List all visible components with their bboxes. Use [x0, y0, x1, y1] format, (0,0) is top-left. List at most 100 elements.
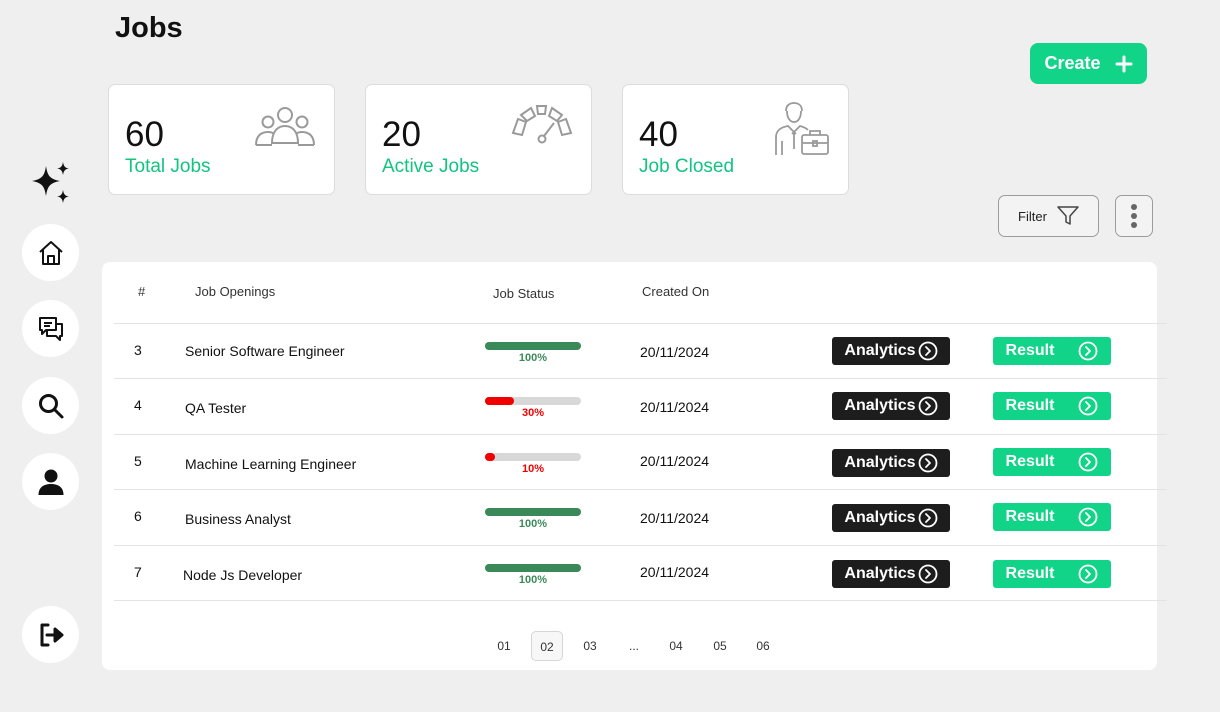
result-button[interactable]: Result [993, 560, 1111, 588]
search-icon [38, 393, 63, 418]
gauge-icon [511, 105, 573, 144]
filter-label: Filter [1018, 208, 1047, 224]
more-options-button[interactable] [1115, 195, 1153, 237]
result-button[interactable]: Result [993, 503, 1111, 531]
analytics-button[interactable]: Analytics [832, 337, 950, 365]
result-button[interactable]: Result [993, 448, 1111, 476]
result-button[interactable]: Result [993, 337, 1111, 365]
page-link[interactable]: 02 [531, 631, 563, 661]
circle-arrow-right-icon [918, 396, 937, 416]
row-number: 3 [134, 342, 142, 358]
created-date: 20/11/2024 [640, 344, 710, 360]
funnel-icon [1057, 206, 1079, 225]
created-date: 20/11/2024 [640, 510, 710, 526]
circle-arrow-right-icon [1079, 564, 1098, 584]
status-percentage: 100% [518, 574, 548, 586]
kebab-dot [1131, 222, 1137, 228]
analytics-label: Analytics [844, 509, 916, 526]
circle-arrow-right-icon [918, 508, 937, 528]
column-header-job-status: Job Status [493, 286, 555, 301]
nav-messages[interactable] [22, 300, 79, 357]
result-label: Result [1005, 508, 1055, 525]
nav-home[interactable] [22, 224, 79, 281]
status-percentage: 30% [521, 407, 545, 419]
analytics-label: Analytics [844, 397, 916, 414]
table-row: 6 Business Analyst 100% 20/11/2024 Analytics… [114, 489, 1167, 545]
status-progress-fill [485, 397, 514, 405]
status-progress-fill [485, 342, 581, 350]
analytics-button[interactable]: Analytics [832, 560, 950, 588]
status-progress-bar [485, 508, 581, 516]
circle-arrow-right-icon [1079, 452, 1098, 472]
chat-icon [38, 316, 63, 341]
column-header-created-on: Created On [642, 284, 710, 299]
pagination-ellipsis: ... [628, 639, 639, 653]
create-job-button[interactable]: Create [1030, 43, 1147, 84]
page-link[interactable]: 04 [660, 631, 692, 661]
stat-card-active-jobs: 20 Active Jobs [365, 84, 592, 195]
row-number: 6 [134, 508, 142, 524]
plus-icon [1115, 55, 1133, 72]
result-label: Result [1005, 453, 1055, 470]
kebab-dot [1131, 213, 1137, 219]
stat-label: Job Closed [639, 156, 735, 177]
job-title: Machine Learning Engineer [185, 456, 357, 472]
circle-arrow-right-icon [918, 341, 937, 361]
column-header-number: # [138, 284, 146, 299]
column-header-job-openings: Job Openings [195, 284, 276, 299]
analytics-button[interactable]: Analytics [832, 392, 950, 420]
row-number: 5 [134, 453, 142, 469]
nav-profile[interactable] [22, 453, 79, 510]
page-link[interactable]: 05 [704, 631, 736, 661]
result-label: Result [1005, 565, 1055, 582]
status-percentage: 10% [521, 463, 545, 475]
nav-search[interactable] [22, 377, 79, 434]
result-label: Result [1005, 397, 1055, 414]
team-icon [255, 107, 315, 146]
table-row: 7 Node Js Developer 100% 20/11/2024 Analytic… [114, 545, 1167, 601]
circle-arrow-right-icon [918, 564, 937, 584]
created-date: 20/11/2024 [640, 399, 710, 415]
sidebar [0, 0, 100, 712]
page-link[interactable]: 01 [488, 631, 520, 661]
businessman-icon [775, 102, 829, 155]
stat-value: 40 [639, 115, 678, 154]
result-button[interactable]: Result [993, 392, 1111, 420]
home-icon [38, 240, 63, 265]
page-link[interactable]: 06 [747, 631, 779, 661]
kebab-dot [1131, 204, 1137, 210]
status-progress-bar [485, 453, 581, 461]
table-row: 5 Machine Learning Engineer 10% 20/11/2024 A… [114, 434, 1167, 490]
stat-card-total-jobs: 60 Total Jobs [108, 84, 335, 195]
created-date: 20/11/2024 [640, 564, 710, 580]
stat-card-job-closed: 40 Job Closed [622, 84, 849, 195]
status-progress-bar [485, 397, 581, 405]
status-progress-fill [485, 453, 495, 461]
analytics-label: Analytics [844, 565, 916, 582]
analytics-button[interactable]: Analytics [832, 449, 950, 477]
user-icon [38, 469, 63, 495]
jobs-table: # Job Openings Job Status Created On 3 Se… [102, 262, 1167, 670]
circle-arrow-right-icon [1079, 341, 1098, 361]
circle-arrow-right-icon [1079, 507, 1098, 527]
stat-label: Active Jobs [382, 156, 480, 177]
page-link[interactable]: 03 [574, 631, 606, 661]
status-progress-bar [485, 342, 581, 350]
job-title: Business Analyst [185, 511, 291, 527]
status-progress-fill [485, 508, 581, 516]
table-row: 4 QA Tester 30% 20/11/2024 Analytics Result [114, 378, 1167, 434]
logout-button[interactable] [22, 606, 79, 663]
job-title: Node Js Developer [183, 567, 303, 583]
filter-button[interactable]: Filter [998, 195, 1099, 237]
status-progress-fill [485, 564, 581, 572]
job-title: Senior Software Engineer [185, 343, 345, 359]
row-number: 4 [134, 397, 142, 413]
status-percentage: 100% [518, 352, 548, 364]
stat-label: Total Jobs [125, 156, 211, 177]
job-title: QA Tester [185, 400, 247, 416]
stat-value: 20 [382, 115, 421, 154]
analytics-button[interactable]: Analytics [832, 504, 950, 532]
result-label: Result [1005, 342, 1055, 359]
page-title: Jobs [115, 12, 183, 44]
status-percentage: 100% [518, 518, 548, 530]
